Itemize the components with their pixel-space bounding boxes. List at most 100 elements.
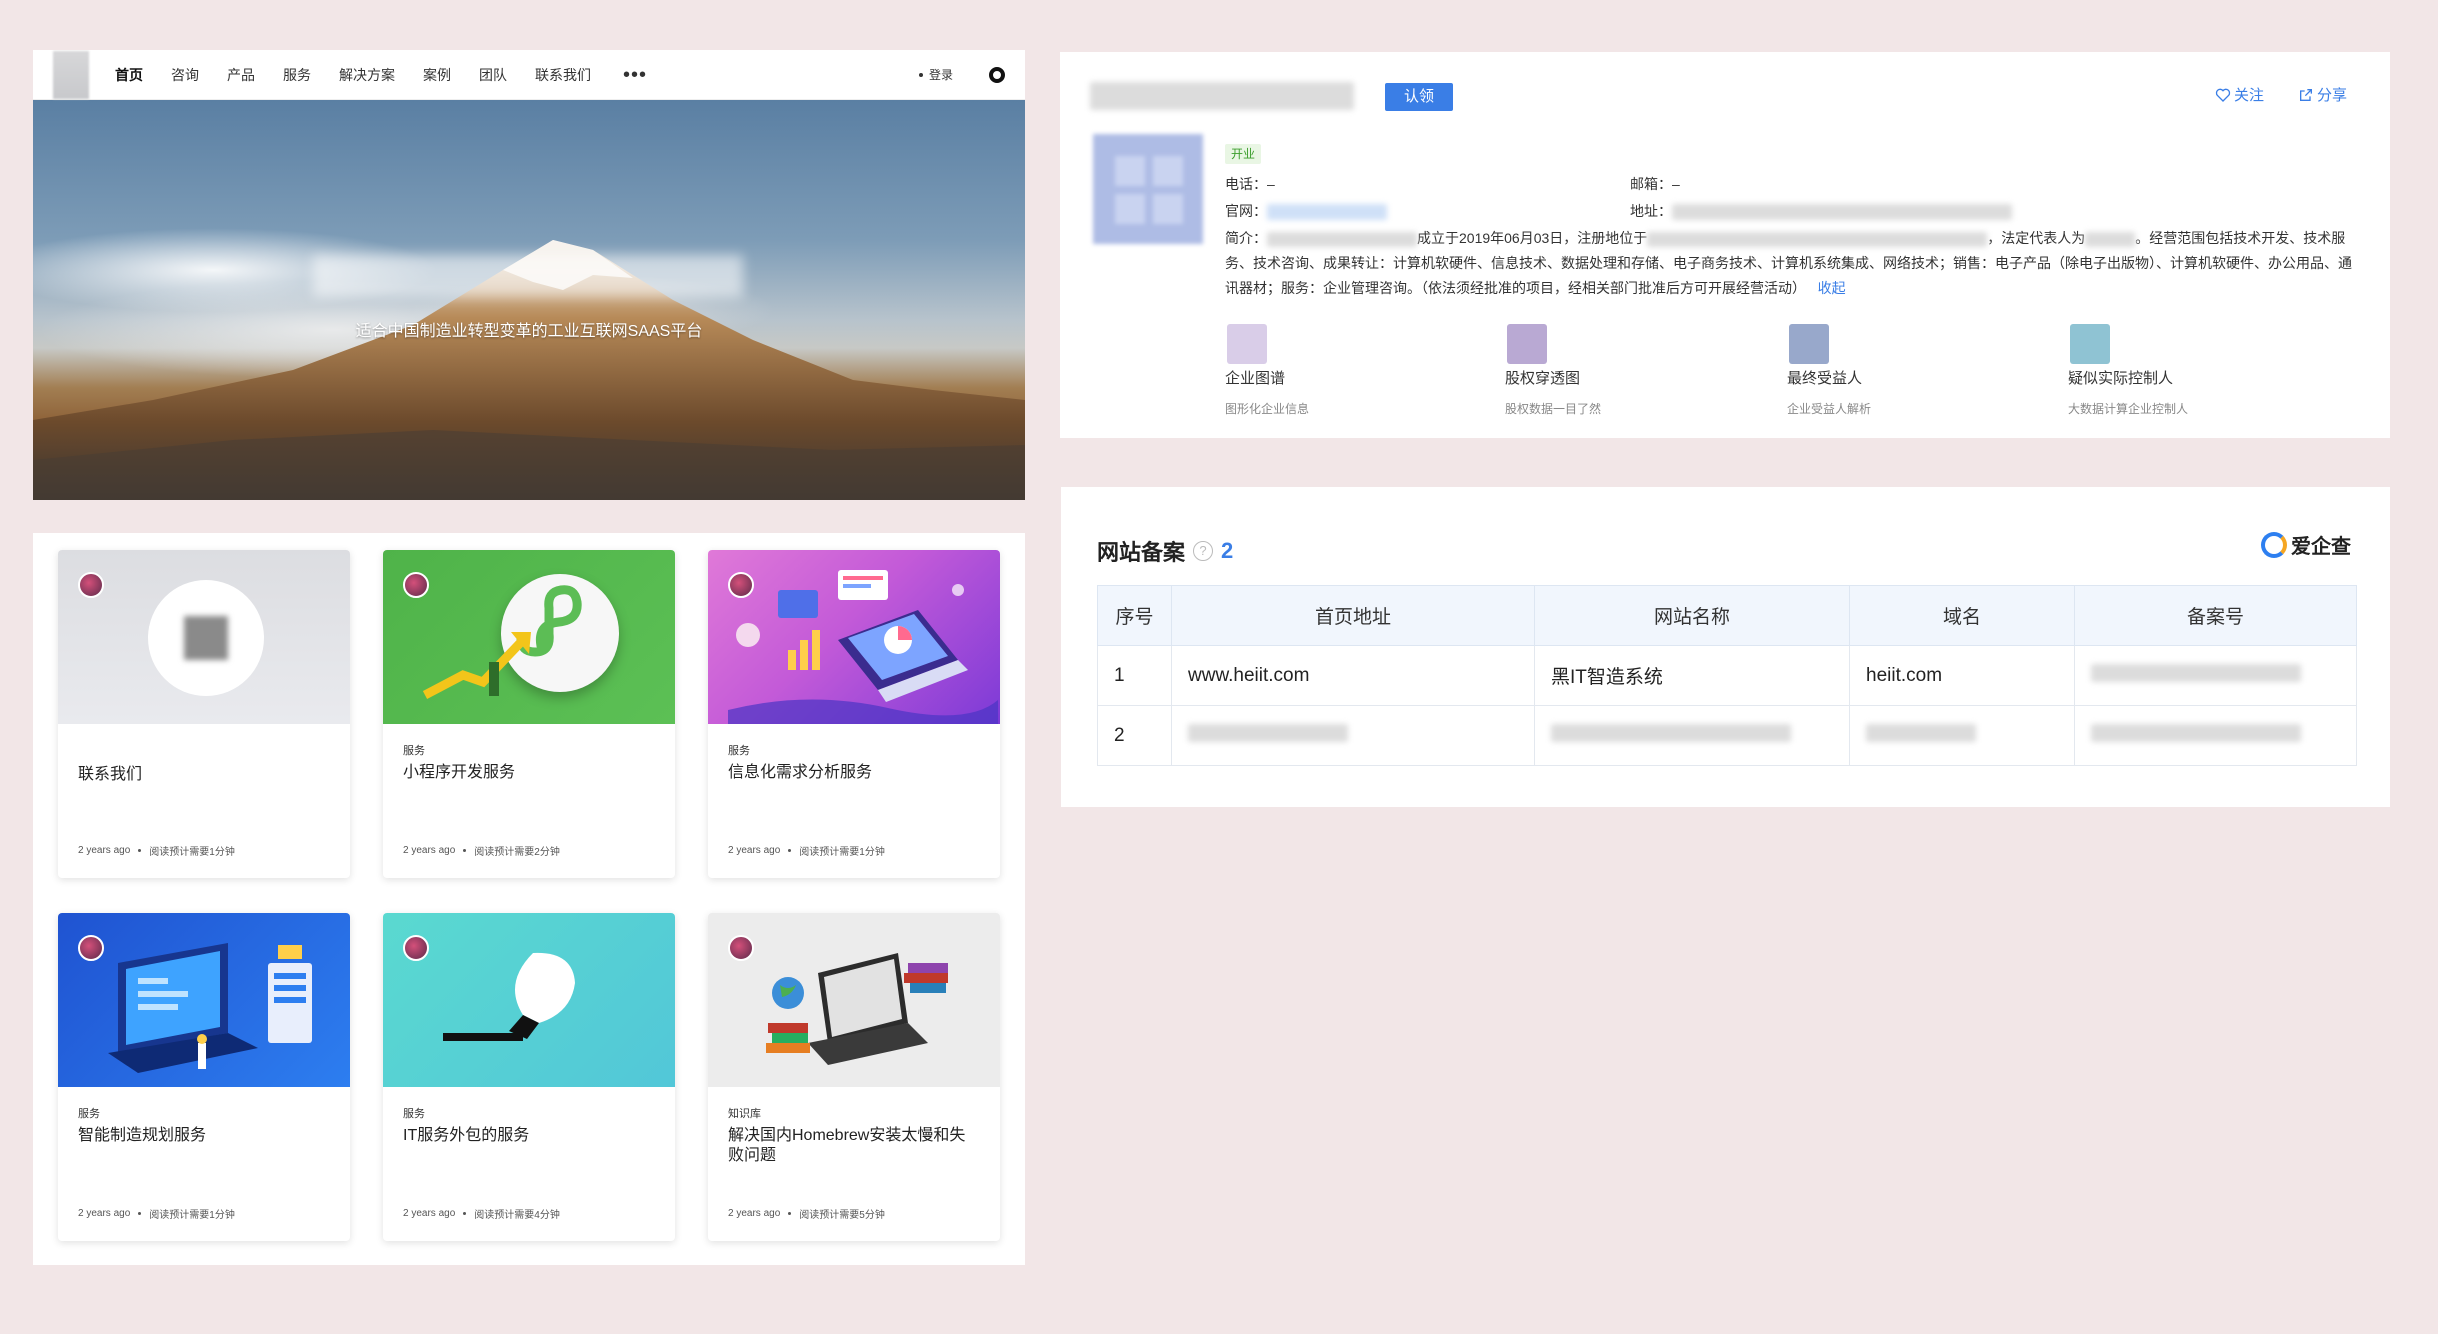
article-card[interactable]: 服务 智能制造规划服务 2 years ago 阅读预计需要1分钟 [58, 913, 350, 1241]
article-card[interactable]: 服务 小程序开发服务 2 years ago 阅读预计需要2分钟 [383, 550, 675, 878]
col-site-name: 网站名称 [1534, 585, 1850, 646]
hero-title-redacted [313, 255, 743, 297]
feature-equity-graph[interactable]: 股权穿透图 股权数据一目了然 [1505, 324, 1705, 417]
card-thumbnail [383, 550, 675, 724]
login-dot-icon [918, 72, 923, 77]
aiqicha-brand: 爱企查 [2261, 530, 2351, 559]
homepage-redacted [1188, 723, 1348, 742]
feature-beneficiary[interactable]: 最终受益人 企业受益人解析 [1787, 324, 1987, 417]
card-read-time: 阅读预计需要1分钟 [799, 847, 885, 858]
author-avatar [728, 572, 754, 598]
card-title[interactable]: IT服务外包的服务 [403, 1126, 653, 1146]
help-icon[interactable]: ? [1193, 541, 1214, 561]
article-card[interactable]: 服务 信息化需求分析服务 2 years ago 阅读预计需要1分钟 [708, 550, 1000, 878]
card-thumbnail [708, 550, 1000, 724]
nav-consult[interactable]: 咨询 [171, 65, 199, 85]
table-header-row: 序号 首页地址 网站名称 域名 备案号 [1097, 585, 2357, 646]
cell-index: 1 [1097, 645, 1172, 706]
nav-cases[interactable]: 案例 [423, 65, 451, 85]
collapse-link[interactable]: 收起 [1818, 280, 1846, 296]
more-menu-icon[interactable]: ••• [623, 65, 647, 85]
cell-homepage[interactable]: www.heiit.com [1171, 645, 1535, 706]
intro-text-2: ，法定代表人为 [1987, 230, 2086, 246]
card-title[interactable]: 小程序开发服务 [403, 763, 653, 783]
mountain-illustration [33, 240, 1025, 500]
redacted-logo [184, 616, 228, 660]
nav-solutions[interactable]: 解决方案 [339, 65, 395, 85]
pen-brush-icon [443, 952, 575, 1041]
toggle-circle-icon[interactable] [989, 66, 1005, 83]
company-intro: 简介： 成立于2019年06月03日，注册地位于 ，法定代表人为 。经营范围包括技术开… [1225, 226, 2355, 301]
analysis-illustration [728, 570, 998, 724]
status-badge: 开业 [1225, 144, 1261, 164]
feature-desc: 企业受益人解析 [1787, 402, 1872, 416]
card-category: 服务 [403, 1108, 425, 1120]
card-title[interactable]: 信息化需求分析服务 [728, 763, 978, 783]
login-label: 登录 [928, 68, 953, 82]
share-button[interactable]: 分享 [2298, 84, 2347, 105]
card-category: 服务 [403, 745, 425, 757]
growth-arrow-icon [423, 632, 531, 699]
site-logo[interactable] [53, 50, 89, 99]
intro-rep-redacted [2085, 231, 2136, 247]
enterprise-graph-icon [1227, 324, 1267, 364]
share-icon [2300, 88, 2313, 101]
card-read-time: 阅读预计需要2分钟 [474, 847, 560, 858]
feature-controller[interactable]: 疑似实际控制人 大数据计算企业控制人 [2068, 324, 2268, 417]
feature-desc: 大数据计算企业控制人 [2068, 402, 2189, 416]
nav-team[interactable]: 团队 [479, 65, 507, 85]
company-logo [1093, 134, 1203, 244]
cell-record-no [2074, 705, 2357, 766]
phone-row: 电话：– [1225, 174, 1275, 194]
article-card[interactable]: 知识库 解决国内Homebrew安装太慢和失败问题 2 years ago 阅读… [708, 913, 1000, 1241]
intro-name-redacted [1267, 231, 1417, 247]
nav-contact[interactable]: 联系我们 [535, 65, 591, 85]
follow-button[interactable]: 关注 [2215, 84, 2264, 105]
card-title[interactable]: 智能制造规划服务 [78, 1126, 328, 1146]
col-domain: 域名 [1849, 585, 2075, 646]
feature-name: 企业图谱 [1225, 370, 1286, 387]
website-row: 官网： [1225, 201, 1387, 221]
claim-button[interactable]: 认领 [1385, 83, 1453, 111]
table-row: 1 www.heiit.com 黑IT智造系统 heiit.com [1097, 645, 2357, 706]
feature-enterprise-graph[interactable]: 企业图谱 图形化企业信息 [1225, 324, 1425, 417]
nav-products[interactable]: 产品 [227, 65, 255, 85]
meta-dot-icon [138, 849, 142, 852]
record-no-redacted [2091, 663, 2301, 682]
email-value: – [1672, 176, 1680, 192]
article-card[interactable]: 服务 IT服务外包的服务 2 years ago 阅读预计需要4分钟 [383, 913, 675, 1241]
cell-domain: heiit.com [1849, 645, 2075, 706]
card-title[interactable]: 联系我们 [78, 765, 328, 785]
nav-services[interactable]: 服务 [283, 65, 311, 85]
card-meta: 2 years ago 阅读预计需要1分钟 [78, 843, 235, 858]
feature-desc: 图形化企业信息 [1225, 402, 1310, 416]
address-label: 地址： [1630, 203, 1672, 219]
website-link-redacted[interactable] [1267, 204, 1387, 221]
login-link[interactable]: 登录 [918, 66, 953, 83]
col-record-no: 备案号 [2074, 585, 2357, 646]
card-time: 2 years ago [728, 845, 781, 856]
article-card[interactable]: 联系我们 2 years ago 阅读预计需要1分钟 [58, 550, 350, 878]
books-laptop-illustration [766, 953, 948, 1065]
feature-name: 股权穿透图 [1505, 370, 1581, 387]
cell-index: 2 [1097, 705, 1172, 766]
card-meta: 2 years ago 阅读预计需要5分钟 [728, 1206, 885, 1221]
email-row: 邮箱：– [1630, 174, 1680, 194]
card-read-time: 阅读预计需要1分钟 [149, 1210, 235, 1221]
email-label: 邮箱： [1630, 176, 1672, 192]
aiqicha-logo-icon [2261, 531, 2287, 558]
card-title[interactable]: 解决国内Homebrew安装太慢和失败问题 [728, 1126, 978, 1166]
card-time: 2 years ago [403, 845, 456, 856]
feature-name: 最终受益人 [1787, 370, 1863, 387]
icp-filing-panel: 网站备案 ? 2 爱企查 序号 首页地址 网站名称 域名 备案号 1 www.h… [1061, 487, 2390, 807]
action-links: 关注 分享 [2215, 84, 2347, 105]
author-avatar [728, 935, 754, 961]
cell-homepage[interactable] [1171, 705, 1535, 766]
site-name-redacted [1551, 723, 1791, 742]
nav-home[interactable]: 首页 [115, 65, 143, 85]
record-count: 2 [1221, 538, 1234, 563]
phone-value: – [1267, 176, 1275, 192]
brand-name: 爱企查 [2291, 536, 2351, 558]
equity-graph-icon [1507, 324, 1547, 364]
intro-address-redacted [1647, 231, 1988, 247]
